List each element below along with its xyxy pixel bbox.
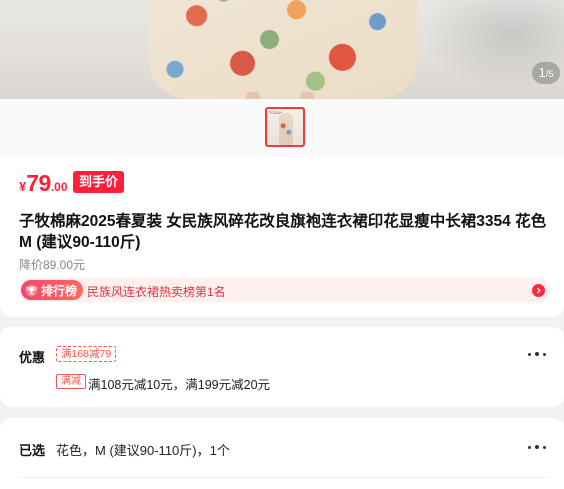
ranking-tag-label: 排行榜 bbox=[41, 283, 78, 298]
leaf-shadow bbox=[404, 0, 564, 99]
model-leg-right bbox=[300, 92, 314, 99]
more-options-icon[interactable] bbox=[528, 352, 546, 358]
product-info-card: ¥ 79 .00 到手价 子牧棉麻2025春夏装 女民族风碎花改良旗袍连衣裙印花… bbox=[0, 157, 564, 317]
discount-label: 优惠 bbox=[19, 350, 46, 365]
promo-text: 满108元减10元，满199元减20元 bbox=[88, 378, 271, 392]
chevron-right-icon[interactable] bbox=[532, 284, 545, 297]
more-options-icon[interactable] bbox=[528, 445, 546, 451]
divider bbox=[19, 477, 549, 478]
image-counter-total: 5 bbox=[548, 69, 554, 79]
promo-tag: 满减 bbox=[56, 374, 86, 389]
selection-value: 花色，M (建议90-110斤)，1个 bbox=[56, 443, 230, 458]
ranking-text: 民族风连衣裙热卖榜第1名 bbox=[87, 285, 226, 299]
thumbnail-selected[interactable]: TODAY bbox=[265, 107, 305, 147]
ranking-tag: 排行榜 bbox=[21, 280, 84, 300]
product-image-carousel[interactable]: 1 / 5 bbox=[0, 0, 564, 99]
model-leg-left bbox=[246, 92, 260, 99]
trophy-icon bbox=[25, 283, 38, 297]
image-counter-current: 1 bbox=[538, 65, 546, 80]
product-title: 子牧棉麻2025春夏装 女民族风碎花改良旗袍连衣裙印花显瘦中长裙3354 花色 … bbox=[19, 213, 547, 251]
coupon-badge[interactable]: 满168减79 bbox=[56, 346, 117, 362]
product-detail-page: 1 / 5 TODAY ¥ 79 .00 到手价 子牧棉麻2025春夏装 女民族… bbox=[0, 0, 564, 489]
final-price-badge: 到手价 bbox=[73, 171, 125, 193]
discount-card[interactable]: 优惠 满168减79 满减 满108元减10元，满199元减20元 bbox=[0, 327, 564, 407]
final-price: ¥ 79 .00 bbox=[19, 170, 68, 197]
price-integer: 79 bbox=[26, 170, 51, 196]
selection-card[interactable]: 已选 花色，M (建议90-110斤)，1个 bbox=[0, 418, 564, 489]
thumbnail-strip: TODAY bbox=[0, 99, 564, 157]
ranking-banner[interactable]: 排行榜 民族风连衣裙热卖榜第1名 bbox=[19, 278, 550, 302]
image-counter: 1 / 5 bbox=[532, 62, 560, 84]
price-decimal: .00 bbox=[50, 180, 68, 194]
dress-photo bbox=[148, 0, 418, 99]
price-currency: ¥ bbox=[19, 179, 27, 194]
thumbnail-dress bbox=[279, 113, 293, 145]
selection-label: 已选 bbox=[19, 443, 46, 458]
original-price: 降价89.00元 bbox=[19, 258, 86, 272]
